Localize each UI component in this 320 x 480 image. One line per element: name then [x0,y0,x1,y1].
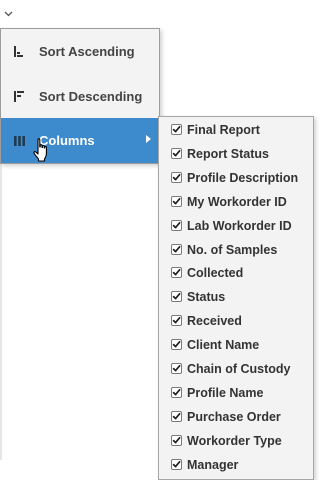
check-icon [172,221,181,229]
columns-item[interactable]: Columns [1,118,159,163]
column-toggle-label: Workorder Type [187,433,282,448]
checkbox[interactable] [171,458,182,470]
check-icon [172,460,181,468]
column-toggle-label: Purchase Order [187,409,281,424]
checkbox[interactable] [171,291,182,303]
checkbox[interactable] [171,434,182,446]
check-icon [172,293,181,300]
checkbox[interactable] [171,171,182,183]
column-toggle-label: Client Name [187,338,260,353]
column-toggle-label: Status [187,290,226,305]
check-icon [172,364,181,372]
column-toggle-label: Final Report [187,123,260,137]
column-toggle-label: Report Status [187,146,269,161]
columns-label: Columns [39,133,95,148]
checkbox[interactable] [171,363,182,374]
column-toggle-item[interactable]: Profile Description [159,166,313,190]
column-toggle-item[interactable]: Final Report [159,118,313,142]
sort-descending-label: Sort Descending [39,89,143,104]
checkbox[interactable] [171,147,182,159]
column-toggle-label: My Workorder ID [187,194,287,209]
columns-submenu: Final Report Report Status Profile Descrip… [158,116,314,480]
check-icon [172,125,181,133]
sort-descending-icon [14,91,26,103]
column-header-menu: Sort Ascending Sort Descending Columns [0,28,160,164]
submenu-arrow-icon [146,135,151,143]
column-toggle-label: No. of Samples [187,242,278,257]
check-icon [172,388,181,396]
column-toggle-item[interactable]: Purchase Order [159,405,313,429]
column-toggle-item[interactable]: No. of Samples [159,238,313,262]
check-icon [172,269,181,276]
column-toggle-item[interactable]: Received [159,309,313,333]
check-icon [172,412,181,420]
sort-descending-item[interactable]: Sort Descending [1,74,159,119]
column-toggle-label: Profile Name [187,385,264,400]
check-icon [172,173,181,181]
checkbox[interactable] [171,410,182,422]
column-toggle-label: Collected [187,266,244,281]
column-toggle-item[interactable]: Collected [159,261,313,285]
column-toggle-item[interactable]: Manager [159,453,313,477]
column-toggle-label: Chain of Custody [187,362,291,376]
column-toggle-item[interactable]: Lab Workorder ID [159,214,313,238]
column-toggle-label: Received [187,314,242,329]
check-icon [172,197,181,205]
column-menu-trigger[interactable] [0,0,16,28]
checkbox[interactable] [171,267,182,279]
sort-ascending-item[interactable]: Sort Ascending [1,29,159,74]
column-toggle-item[interactable]: Chain of Custody [159,357,313,381]
checkbox[interactable] [171,339,182,351]
column-toggle-item[interactable]: Report Status [159,142,313,166]
check-icon [172,317,181,324]
sort-ascending-label: Sort Ascending [39,44,135,59]
check-icon [172,341,181,348]
column-toggle-item[interactable]: My Workorder ID [159,190,313,214]
column-toggle-label: Manager [187,457,239,472]
check-icon [172,436,181,444]
chevron-down-icon [4,11,12,17]
columns-icon [14,135,26,147]
column-toggle-item[interactable]: Client Name [159,333,313,357]
column-toggle-label: Lab Workorder ID [187,218,292,233]
column-toggle-item[interactable]: Status [159,285,313,309]
column-toggle-item[interactable]: Profile Name [159,381,313,405]
check-icon [172,245,181,252]
checkbox[interactable] [171,195,182,207]
column-toggle-label: Profile Description [187,170,299,185]
column-toggle-item[interactable]: Workorder Type [159,429,313,453]
checkbox[interactable] [171,315,182,327]
checkbox[interactable] [171,386,182,398]
sort-ascending-icon [14,46,26,58]
checkbox[interactable] [171,243,182,255]
checkbox[interactable] [171,219,182,231]
checkbox[interactable] [171,124,182,135]
check-icon [172,149,181,157]
